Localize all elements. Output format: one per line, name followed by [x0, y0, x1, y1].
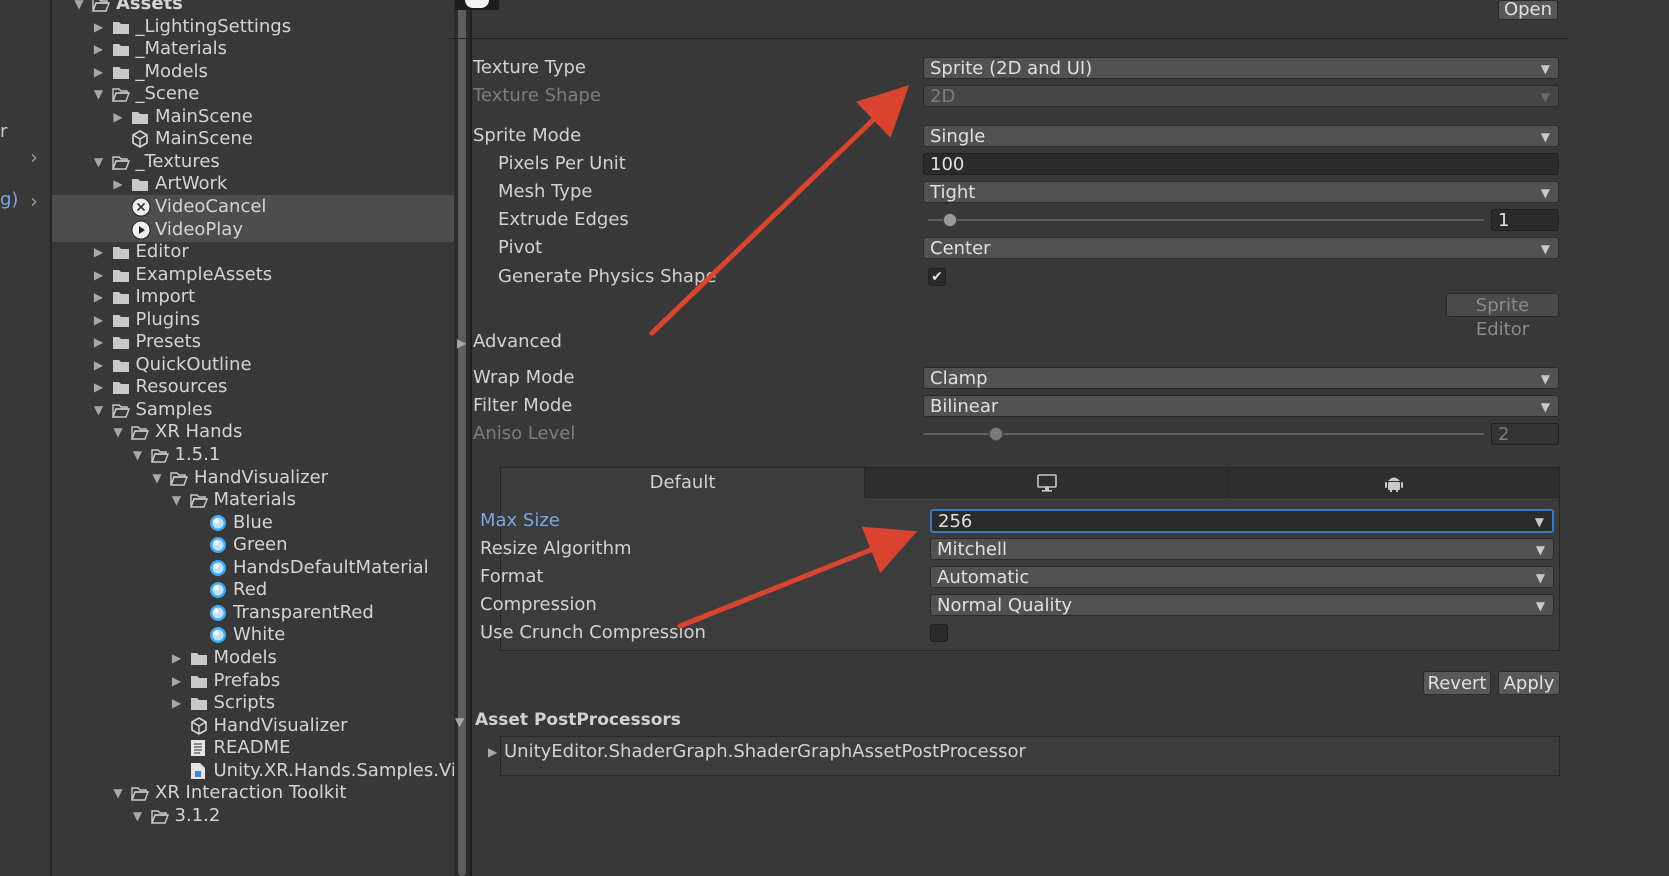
annotation-arrows — [649, 85, 918, 629]
annotation-arrow-texture-type — [649, 85, 910, 336]
annotation-arrow-max-size — [677, 526, 918, 629]
